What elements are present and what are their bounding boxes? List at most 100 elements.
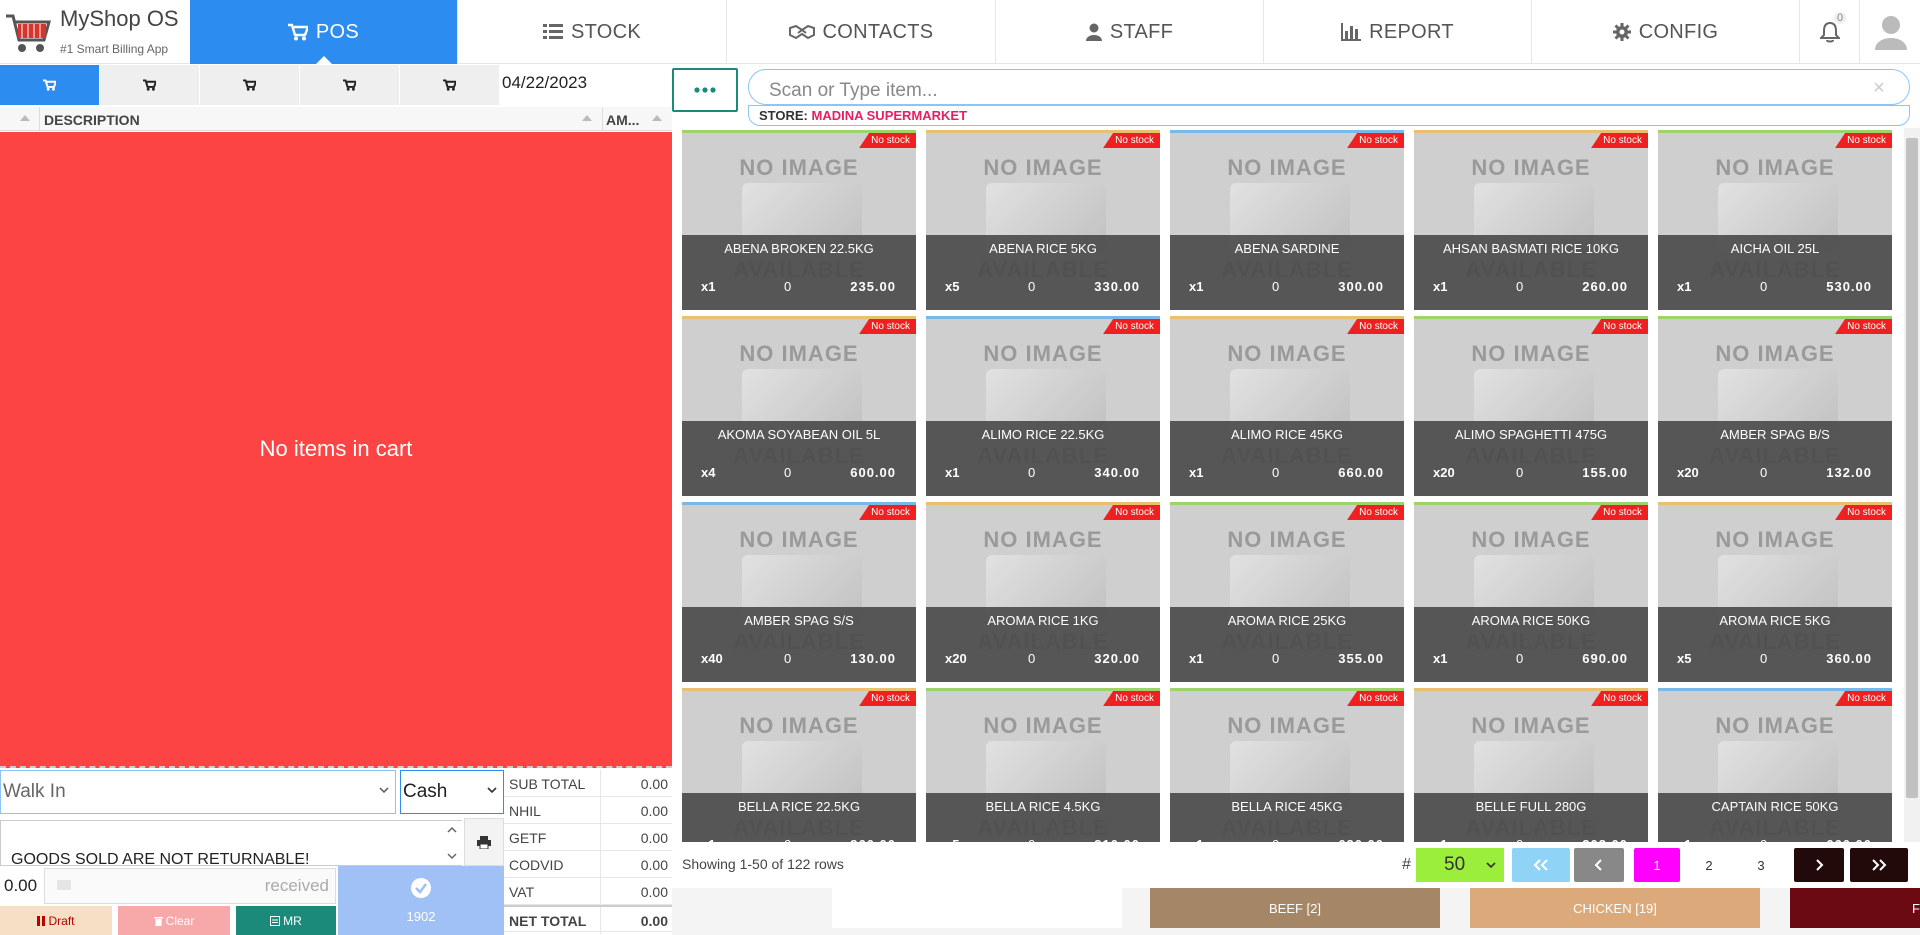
product-pack-qty: x1 bbox=[1433, 837, 1447, 842]
category-button-beef[interactable]: BEEF [2] bbox=[1150, 888, 1440, 928]
product-card[interactable]: NO IMAGEAVAILABLENo stockABENA BROKEN 22… bbox=[682, 130, 916, 310]
no-image-text: NO IMAGE bbox=[1471, 155, 1591, 180]
complete-sale-button[interactable]: 1902 bbox=[338, 866, 504, 935]
sort-asc-icon[interactable] bbox=[20, 115, 30, 121]
app-logo[interactable]: MyShop OS #1 Smart Billing App bbox=[0, 0, 190, 64]
payment-method-select[interactable]: Cash bbox=[400, 770, 504, 814]
product-card[interactable]: NO IMAGEAVAILABLENo stockBELLA RICE 22.5… bbox=[682, 688, 916, 842]
product-pack-qty: x1 bbox=[1189, 837, 1203, 842]
cart-tab-1[interactable] bbox=[0, 65, 100, 105]
product-pack-qty: x4 bbox=[701, 465, 716, 480]
clear-search-icon[interactable]: × bbox=[1871, 78, 1887, 98]
product-grid: NO IMAGEAVAILABLENo stockABENA BROKEN 22… bbox=[672, 128, 1900, 842]
cart-tabs bbox=[0, 65, 500, 105]
product-pack-qty: x1 bbox=[1189, 465, 1204, 480]
product-card[interactable]: NO IMAGEAVAILABLENo stockAROMA RICE 5KGx… bbox=[1658, 502, 1892, 682]
draft-button[interactable]: Draft bbox=[0, 906, 112, 935]
product-card[interactable]: NO IMAGEAVAILABLENo stockAROMA RICE 50KG… bbox=[1414, 502, 1648, 682]
notes-scroll-arrows[interactable] bbox=[446, 822, 464, 864]
clear-cart-button[interactable]: Clear bbox=[118, 906, 230, 935]
tab-stock[interactable]: STOCK bbox=[458, 0, 727, 64]
product-card[interactable]: NO IMAGEAVAILABLENo stockALIMO SPAGHETTI… bbox=[1414, 316, 1648, 496]
cart-tab-3[interactable] bbox=[200, 65, 300, 105]
tab-report[interactable]: REPORT bbox=[1264, 0, 1532, 64]
page-size-select[interactable]: 50 bbox=[1416, 848, 1504, 882]
receipt-notes-textarea[interactable]: GOODS SOLD ARE NOT RETURNABLE! bbox=[0, 820, 462, 866]
product-price: 660.00 bbox=[1338, 465, 1384, 480]
product-card[interactable]: NO IMAGEAVAILABLENo stockABENA SARDINEx1… bbox=[1170, 130, 1404, 310]
product-card[interactable]: NO IMAGEAVAILABLENo stockAROMA RICE 1KGx… bbox=[926, 502, 1160, 682]
user-avatar[interactable] bbox=[1862, 0, 1920, 64]
product-price: 132.00 bbox=[1826, 465, 1872, 480]
total-value: 0.00 bbox=[640, 776, 668, 792]
scrollbar-thumb[interactable] bbox=[1906, 138, 1918, 798]
description-column-header[interactable]: DESCRIPTION bbox=[44, 112, 140, 128]
product-card[interactable]: NO IMAGEAVAILABLENo stockBELLA RICE 45KG… bbox=[1170, 688, 1404, 842]
tab-pos[interactable]: POS bbox=[190, 0, 458, 65]
category-bar: BEEF [2] CHICKEN [19] F bbox=[672, 888, 1920, 935]
product-card[interactable]: NO IMAGEAVAILABLENo stockABENA RICE 5KGx… bbox=[926, 130, 1160, 310]
page-2-button[interactable]: 2 bbox=[1686, 848, 1732, 882]
product-card[interactable]: NO IMAGEAVAILABLENo stockAKOMA SOYABEAN … bbox=[682, 316, 916, 496]
product-card[interactable]: NO IMAGEAVAILABLENo stockBELLE FULL 280G… bbox=[1414, 688, 1648, 842]
cart-icon bbox=[343, 79, 356, 91]
product-card[interactable]: NO IMAGEAVAILABLENo stockAROMA RICE 25KG… bbox=[1170, 502, 1404, 682]
notifications-button[interactable]: 0 bbox=[1800, 0, 1860, 64]
page-size-label: # bbox=[1402, 856, 1411, 873]
item-search-input[interactable]: Scan or Type item... × bbox=[748, 69, 1910, 105]
sort-asc-icon[interactable] bbox=[652, 115, 662, 121]
product-card[interactable]: NO IMAGEAVAILABLENo stockCAPTAIN RICE 50… bbox=[1658, 688, 1892, 842]
amount-received-input[interactable]: received bbox=[44, 868, 336, 904]
last-page-button[interactable] bbox=[1850, 848, 1908, 882]
product-card[interactable]: NO IMAGEAVAILABLENo stockAMBER SPAG B/Sx… bbox=[1658, 316, 1892, 496]
first-page-button[interactable] bbox=[1512, 848, 1570, 882]
print-button[interactable] bbox=[464, 818, 504, 866]
page-1-button[interactable]: 1 bbox=[1634, 848, 1680, 882]
chevron-left-icon bbox=[1594, 859, 1604, 871]
product-info-overlay: AHSAN BASMATI RICE 10KG x1 0 260.00 bbox=[1414, 235, 1648, 310]
sale-date-field[interactable]: 04/22/2023 bbox=[500, 65, 670, 105]
product-pack-qty: x40 bbox=[701, 651, 723, 666]
no-image-text: NO IMAGE bbox=[1715, 155, 1835, 180]
shopping-cart-logo-icon bbox=[4, 10, 52, 56]
tab-config[interactable]: CONFIG bbox=[1532, 0, 1800, 64]
no-image-text: NO IMAGE bbox=[739, 341, 859, 366]
product-price: 690.00 bbox=[1582, 651, 1628, 666]
category-button-chicken[interactable]: CHICKEN [19] bbox=[1470, 888, 1760, 928]
product-card[interactable]: NO IMAGEAVAILABLENo stockBELLA RICE 4.5K… bbox=[926, 688, 1160, 842]
no-image-text: NO IMAGE bbox=[983, 155, 1103, 180]
category-button-f[interactable]: F bbox=[1790, 888, 1920, 928]
cart-icon bbox=[143, 79, 156, 91]
no-stock-badge: No stock bbox=[1591, 133, 1648, 148]
product-grid-scrollbar[interactable] bbox=[1904, 128, 1920, 842]
money-receipt-button[interactable]: MR bbox=[236, 906, 336, 935]
double-chevron-left-icon bbox=[1533, 859, 1549, 871]
product-price: 600.00 bbox=[850, 465, 896, 480]
tab-label: STOCK bbox=[570, 20, 642, 43]
product-card[interactable]: NO IMAGEAVAILABLENo stockALIMO RICE 22.5… bbox=[926, 316, 1160, 496]
page-3-button[interactable]: 3 bbox=[1738, 848, 1784, 882]
product-card[interactable]: NO IMAGEAVAILABLENo stockAICHA OIL 25Lx1… bbox=[1658, 130, 1892, 310]
product-card[interactable]: NO IMAGEAVAILABLENo stockALIMO RICE 45KG… bbox=[1170, 316, 1404, 496]
next-page-button[interactable] bbox=[1794, 848, 1844, 882]
product-card[interactable]: NO IMAGEAVAILABLENo stockAMBER SPAG S/Sx… bbox=[682, 502, 916, 682]
tab-contacts[interactable]: CONTACTS bbox=[727, 0, 996, 64]
product-price: 235.00 bbox=[850, 279, 896, 294]
no-image-text: NO IMAGE bbox=[1227, 155, 1347, 180]
sort-asc-icon[interactable] bbox=[582, 115, 592, 121]
cart-tab-5[interactable] bbox=[400, 65, 500, 105]
product-pack-qty: x1 bbox=[1433, 651, 1448, 666]
previous-page-button[interactable] bbox=[1574, 848, 1624, 882]
ellipsis-icon bbox=[694, 87, 716, 93]
more-options-button[interactable] bbox=[672, 68, 738, 112]
category-button[interactable] bbox=[832, 888, 1122, 928]
amount-column-header[interactable]: AM... bbox=[606, 112, 639, 128]
cart-tab-2[interactable] bbox=[100, 65, 200, 105]
customer-select[interactable]: Walk In bbox=[0, 770, 396, 814]
no-image-text: NO IMAGE bbox=[1471, 527, 1591, 552]
cart-tab-4[interactable] bbox=[300, 65, 400, 105]
product-card[interactable]: NO IMAGEAVAILABLENo stockAHSAN BASMATI R… bbox=[1414, 130, 1648, 310]
received-toggle[interactable] bbox=[57, 880, 71, 890]
product-name: ABENA SARDINE bbox=[1234, 241, 1340, 256]
tab-staff[interactable]: STAFF bbox=[996, 0, 1264, 64]
